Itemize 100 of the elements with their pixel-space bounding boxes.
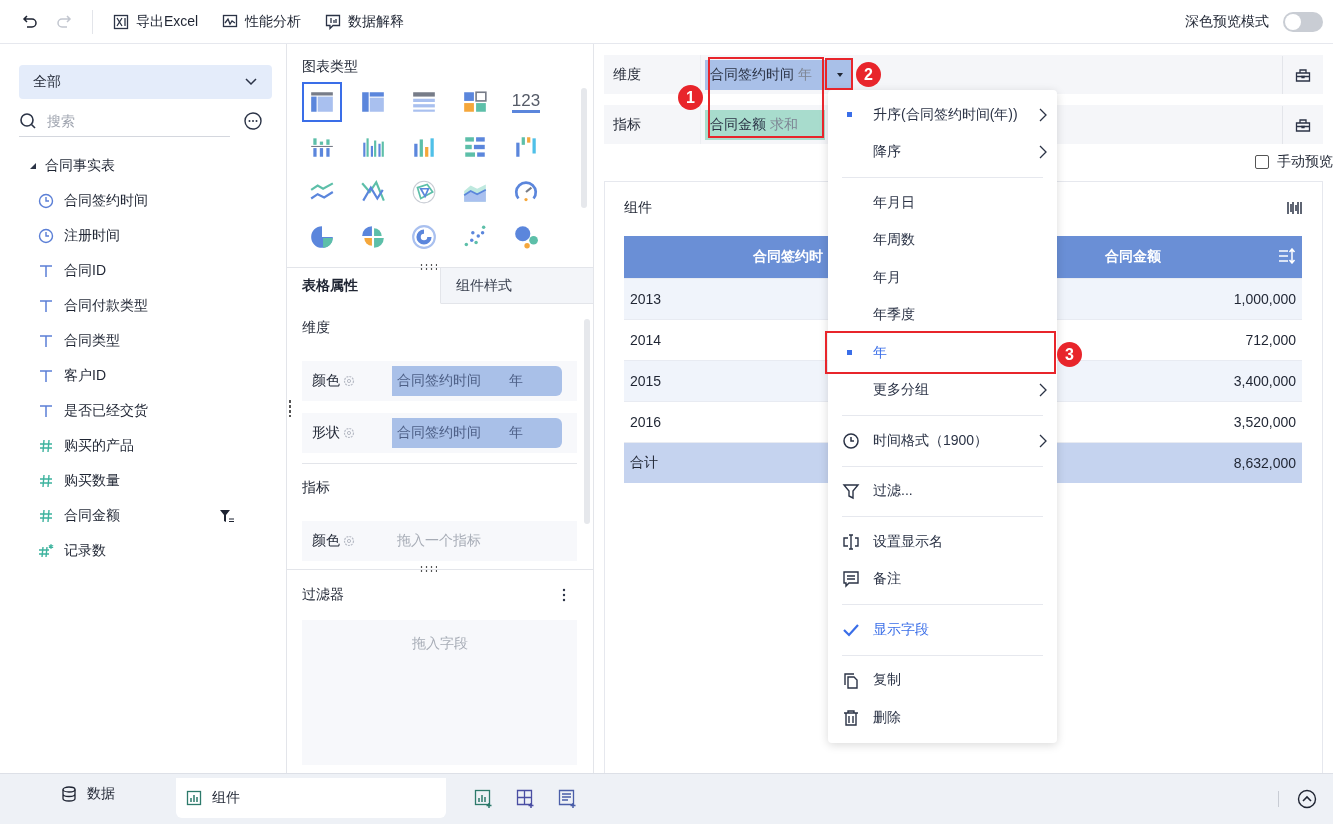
clock-icon: [842, 431, 860, 450]
undo-icon: [22, 13, 38, 30]
text-type-icon: [38, 367, 54, 384]
field-name: 合同金额: [710, 115, 766, 134]
menu-item[interactable]: 年月日: [828, 184, 1057, 222]
filter-icon: [842, 482, 860, 501]
bottom-tab[interactable]: 数据: [0, 774, 176, 814]
add-text-icon[interactable]: [558, 789, 578, 809]
dark-preview-toggle[interactable]: [1283, 11, 1323, 32]
field-name[interactable]: 客户ID: [64, 366, 106, 385]
field-name[interactable]: 购买的产品: [64, 436, 134, 455]
field-name[interactable]: 记录数: [64, 541, 106, 560]
property-label: 颜色: [312, 372, 340, 390]
text-type-icon: [38, 402, 54, 419]
field-name[interactable]: 合同ID: [64, 261, 106, 280]
radar-chart-icon: [411, 179, 437, 205]
chart-icon: [186, 790, 202, 806]
shelf-label: 指标: [612, 115, 642, 134]
field-name: 合同签约时间: [397, 424, 481, 442]
rename-icon: [842, 532, 860, 551]
resize-handle[interactable]: [419, 263, 437, 271]
field-unit: 年: [509, 424, 523, 442]
sort-icon[interactable]: [1278, 248, 1296, 264]
collapse-icon[interactable]: [1297, 789, 1317, 809]
property-label: 形状: [312, 424, 340, 442]
dashboard-icon: [462, 89, 488, 115]
text-type-icon: [38, 297, 54, 314]
data-source-dropdown[interactable]: 全部: [19, 65, 272, 99]
field-name[interactable]: 合同付款类型: [64, 296, 148, 315]
field-chip[interactable]: 合同签约时间 年: [392, 418, 562, 448]
text-type-icon: [38, 332, 54, 349]
property-tab[interactable]: 组件样式: [440, 268, 593, 304]
menu-item[interactable]: 降序: [828, 133, 1057, 171]
drop-placeholder: 拖入字段: [411, 635, 468, 653]
checkbox-label: 手动预览: [1277, 153, 1333, 171]
search-input[interactable]: 搜索: [45, 111, 209, 130]
section-title: 维度: [302, 319, 331, 337]
table-chart-icon: [360, 89, 386, 115]
shelf-label: 维度: [612, 65, 642, 84]
bar-chart-icon: [462, 134, 488, 160]
chart-comment-icon: [325, 13, 342, 30]
donut-chart-icon: [411, 224, 437, 250]
trash-icon: [842, 708, 860, 727]
toolbar-button[interactable]: 数据解释: [319, 8, 411, 35]
barcode-chart-icon[interactable]: [1287, 200, 1303, 216]
hash-icon: [38, 472, 54, 489]
bottom-tab[interactable]: 组件: [176, 778, 446, 818]
copy-icon: [842, 671, 860, 690]
caret-down-icon: [836, 71, 844, 78]
resize-handle[interactable]: [288, 399, 292, 417]
field-name: 合同签约时间: [397, 372, 481, 390]
manual-preview-checkbox[interactable]: [1255, 155, 1269, 169]
hash-icon: [38, 542, 54, 559]
more-icon[interactable]: [244, 112, 262, 130]
more-vertical-icon[interactable]: [562, 588, 566, 602]
menu-item[interactable]: 删除: [828, 699, 1057, 737]
toolbar-button[interactable]: 性能分析: [216, 8, 308, 35]
scrollbar[interactable]: [584, 319, 590, 524]
menu-item[interactable]: 升序(合同签约时间(年)): [828, 96, 1057, 134]
hash-icon: [38, 507, 54, 524]
hash-icon: [38, 437, 54, 454]
step-marker: 3: [1057, 342, 1082, 367]
field-unit: 年: [798, 65, 812, 84]
field-name[interactable]: 合同类型: [64, 331, 120, 350]
resize-handle[interactable]: [419, 565, 437, 573]
pie-chart-icon: [309, 224, 335, 250]
section-title: 图表类型: [302, 58, 359, 76]
scrollbar[interactable]: [581, 88, 587, 208]
table-chart-icon: [411, 89, 437, 115]
text-type-icon: [38, 262, 54, 279]
menu-item[interactable]: 显示字段: [828, 611, 1057, 649]
redo-icon: [56, 13, 72, 30]
dark-preview-label: 深色预览模式: [1185, 12, 1269, 31]
menu-item[interactable]: 年: [828, 334, 1057, 372]
pie-chart-icon: [360, 224, 386, 250]
field-name[interactable]: 合同签约时间: [64, 191, 148, 210]
field-name[interactable]: 购买数量: [64, 471, 120, 490]
field-chip[interactable]: 合同签约时间 年: [705, 59, 825, 90]
add-table-icon[interactable]: [516, 789, 536, 809]
add-chart-icon[interactable]: [474, 789, 494, 809]
property-label: 颜色: [312, 532, 340, 550]
expand-caret-icon[interactable]: [29, 162, 37, 170]
chart-type-option[interactable]: 123: [506, 82, 546, 122]
field-name[interactable]: 是否已经交货: [64, 401, 148, 420]
field-chip[interactable]: 合同金额 求和: [705, 109, 825, 140]
excel-icon: [113, 13, 129, 30]
field-unit: 求和: [770, 115, 798, 134]
menu-item[interactable]: 设置显示名: [828, 523, 1057, 561]
menu-item[interactable]: 复制: [828, 661, 1057, 699]
clock-icon: [38, 192, 54, 209]
toolbar-button[interactable]: 导出Excel: [107, 8, 205, 35]
field-name[interactable]: 注册时间: [64, 226, 120, 245]
table-name[interactable]: 合同事实表: [45, 157, 115, 175]
field-name[interactable]: 合同金额: [64, 506, 120, 525]
bar-chart-icon: [513, 134, 539, 160]
chart-type-option[interactable]: [302, 82, 342, 122]
table-chart-icon: [309, 89, 335, 115]
menu-item[interactable]: 备注: [828, 560, 1057, 598]
field-chip[interactable]: 合同签约时间 年: [392, 366, 562, 396]
section-title: 过滤器: [302, 586, 344, 604]
